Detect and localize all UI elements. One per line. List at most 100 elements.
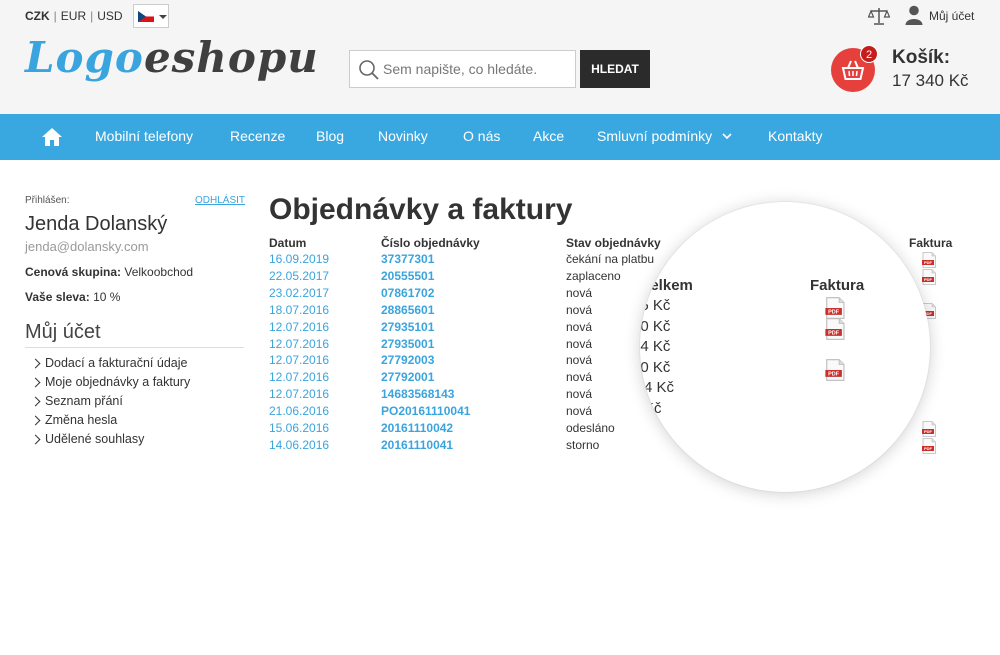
order-status: nová [566, 387, 593, 402]
order-number-link[interactable]: 37377301 [381, 252, 434, 266]
order-status: nová [566, 302, 593, 317]
order-status: nová [566, 285, 593, 300]
user-icon[interactable] [905, 5, 923, 25]
header-bar: CZK|EUR|USD Můj účet Logoeshopu HLEDAT [0, 0, 1000, 114]
order-date[interactable]: 18.07.2016 [269, 303, 329, 317]
order-status: nová [566, 319, 593, 334]
order-status: nová [566, 353, 593, 368]
nav-item-about[interactable]: O nás [463, 128, 500, 144]
svg-text:PDF: PDF [828, 331, 840, 337]
order-status: odesláno [566, 421, 615, 435]
nav-item-mobile-phones[interactable]: Mobilní telefony [95, 128, 193, 144]
order-number-link[interactable]: 20161110041 [381, 438, 453, 452]
order-number-link[interactable]: 27792001 [381, 370, 434, 384]
order-status: nová [566, 370, 593, 385]
order-status: nová [566, 404, 593, 419]
main-navigation: Mobilní telefony Recenze Blog Novinky O … [0, 114, 1000, 160]
logout-link[interactable]: ODHLÁSIT [195, 195, 245, 206]
order-status: nová [566, 336, 593, 351]
order-status: zaplaceno [566, 268, 621, 283]
nav-item-blog[interactable]: Blog [316, 128, 344, 144]
pdf-icon[interactable]: PDF [922, 421, 936, 437]
order-number-link[interactable]: 27935001 [381, 337, 434, 351]
currency-separator: | [90, 9, 94, 23]
magnified-total-value: Kč [644, 420, 662, 437]
currency-separator: | [53, 9, 57, 23]
order-date[interactable]: 12.07.2016 [269, 320, 329, 334]
account-link[interactable]: Můj účet [929, 9, 974, 23]
order-number-link[interactable]: 07861702 [381, 286, 434, 300]
nav-item-reviews[interactable]: Recenze [230, 128, 285, 144]
pdf-icon[interactable]: PDF [922, 268, 936, 285]
order-number-link[interactable]: PO20161110041 [381, 404, 470, 418]
czech-flag-icon [138, 11, 154, 22]
order-number-link[interactable]: 28865601 [381, 303, 434, 317]
order-date[interactable]: 12.07.2016 [269, 370, 329, 384]
user-name: Jenda Dolanský [25, 213, 168, 235]
svg-text:PDF: PDF [924, 446, 933, 451]
svg-text:PDF: PDF [828, 372, 840, 378]
search-input[interactable] [383, 51, 573, 87]
magnified-header-invoice: Faktura [810, 277, 865, 294]
nav-item-sale[interactable]: Akce [533, 128, 564, 144]
cart-total: 17 340 Kč [892, 71, 969, 90]
compare-scale-icon[interactable] [868, 6, 890, 26]
order-date[interactable]: 14.06.2016 [269, 438, 329, 452]
svg-text:PDF: PDF [924, 277, 933, 282]
magnified-total-value: 94 Kč [640, 338, 671, 355]
order-date[interactable]: 21.06.2016 [269, 404, 329, 418]
home-icon[interactable] [41, 127, 63, 147]
order-date[interactable]: 16.09.2019 [269, 252, 329, 266]
logo-text-part1: Logo [25, 33, 144, 82]
pdf-icon[interactable]: PDF [922, 437, 936, 454]
order-number-link[interactable]: 27792003 [381, 353, 434, 367]
logo-text-part2: eshopu [143, 33, 319, 82]
order-number-link[interactable]: 20161110042 [381, 421, 453, 435]
order-number-link[interactable]: 20555501 [381, 269, 434, 283]
magnified-total-value: 4 Kč [644, 379, 675, 396]
order-date[interactable]: 23.02.2017 [269, 286, 329, 300]
magnified-total-value: 00 Kč [640, 317, 671, 335]
search-button[interactable]: HLEDAT [580, 50, 650, 88]
svg-text:PDF: PDF [924, 429, 933, 434]
order-date[interactable]: 22.05.2017 [269, 269, 329, 283]
page-title: Objednávky a faktury [269, 193, 573, 226]
currency-czk[interactable]: CZK [25, 9, 50, 23]
currency-usd[interactable]: USD [97, 9, 122, 23]
nav-item-terms[interactable]: Smluvní podmínky [597, 128, 712, 144]
logged-in-label: Přihlášen: [25, 195, 70, 206]
magnifier-overlay: celkem Faktura 25 Kč 00 Kč 94 Kč 30 Kč 4 Kč K… [640, 202, 930, 492]
column-header-order-number: Číslo objednávky [381, 236, 480, 250]
order-status: storno [566, 437, 600, 452]
nav-item-contacts[interactable]: Kontakty [768, 128, 822, 144]
pdf-icon[interactable]: PDF [825, 359, 845, 381]
chevron-down-icon[interactable] [722, 131, 732, 141]
search-box [349, 50, 576, 88]
order-date[interactable]: 12.07.2016 [269, 387, 329, 401]
currency-switcher: CZK | EUR | USD [25, 9, 123, 23]
magnified-header-total: celkem [642, 277, 693, 294]
magnified-total-value: 30 Kč [640, 358, 671, 376]
cart-label[interactable]: Košík: [892, 47, 950, 69]
language-select[interactable] [133, 4, 169, 28]
order-date[interactable]: 12.07.2016 [269, 353, 329, 367]
magnified-total-value: 25 Kč [640, 297, 671, 314]
column-header-status: Stav objednávky [566, 236, 661, 250]
chevron-down-icon [159, 15, 167, 19]
column-header-invoice: Faktura [909, 236, 953, 250]
logo[interactable]: Logoeshopu [25, 33, 319, 82]
currency-eur[interactable]: EUR [61, 9, 86, 23]
pdf-icon[interactable]: PDF [825, 318, 845, 340]
column-header-date: Datum [269, 236, 307, 250]
nav-item-news[interactable]: Novinky [378, 128, 428, 144]
order-status: čekání na platbu [566, 252, 655, 266]
svg-text:PDF: PDF [924, 260, 933, 265]
search-icon [359, 60, 379, 80]
order-date[interactable]: 12.07.2016 [269, 337, 329, 351]
order-number-link[interactable]: 14683568143 [381, 387, 454, 401]
order-number-link[interactable]: 27935101 [381, 320, 434, 334]
cart-count-badge: 2 [860, 45, 878, 63]
pdf-icon[interactable]: PDF [922, 252, 936, 268]
order-date[interactable]: 15.06.2016 [269, 421, 329, 435]
pdf-icon[interactable]: PDF [825, 297, 845, 319]
